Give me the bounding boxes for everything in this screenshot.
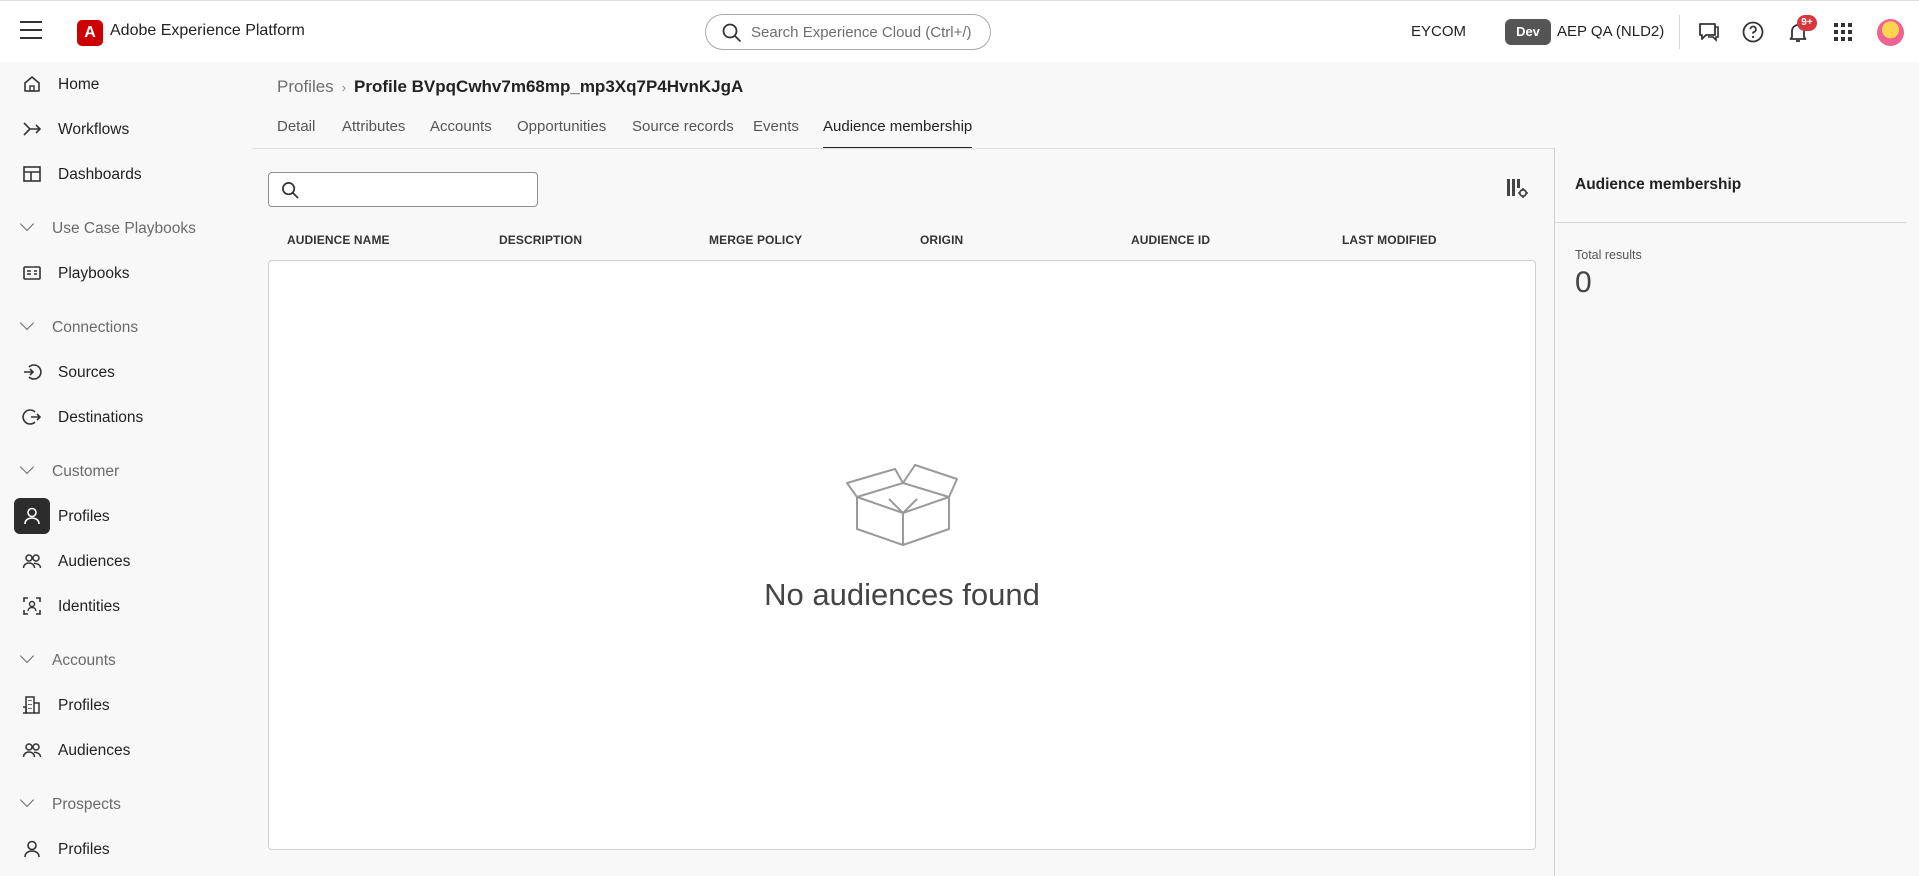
total-results-value: 0 [1575,266,1592,299]
tab-audience-membership[interactable]: Audience membership [823,118,973,149]
sources-icon [24,364,42,380]
search-placeholder: Search Experience Cloud (Ctrl+/) [751,24,972,41]
audiences-icon [22,554,42,569]
column-audience-name[interactable]: AUDIENCE NAME [287,233,390,247]
home-icon [24,76,40,92]
sandbox-switcher[interactable]: AEP QA (NLD2) [1557,23,1664,40]
column-description[interactable]: DESCRIPTION [499,233,582,247]
identity-scan-icon [23,597,41,615]
search-icon [282,182,299,199]
section-connections[interactable]: Connections [19,315,139,337]
dashboard-icon [23,166,41,182]
audiences-icon [22,743,42,758]
section-label: Accounts [52,652,116,669]
chevron-down-icon [19,792,35,808]
org-switcher[interactable]: EYCOM [1411,23,1466,40]
details-rail: Audience membership Total results 0 [1554,148,1919,876]
nav-identities-label[interactable]: Identities [58,598,120,616]
breadcrumb-separator: › [341,80,347,95]
playbook-icon [23,266,41,280]
nav-prospects-profiles-label[interactable]: Profiles [58,841,110,859]
section-accounts[interactable]: Accounts [19,648,116,670]
rail-divider [1555,222,1906,223]
app-switcher-grid-icon[interactable] [1831,20,1855,44]
tab-accounts[interactable]: Accounts [430,118,492,135]
destinations-icon [22,409,42,425]
column-origin[interactable]: ORIGIN [920,233,963,247]
divider [1679,15,1680,49]
nav-customer-audiences-label[interactable]: Audiences [58,553,130,571]
chevron-down-icon [19,459,35,475]
column-last-modified[interactable]: LAST MODIFIED [1342,233,1437,247]
chevron-down-icon [19,648,35,664]
tab-events[interactable]: Events [753,118,799,135]
section-label: Customer [52,463,120,480]
nav-workflows-label[interactable]: Workflows [58,121,129,139]
global-search-input[interactable]: Search Experience Cloud (Ctrl+/) [705,14,991,50]
nav-prospects-profiles[interactable] [14,831,50,867]
building-icon [23,696,40,714]
nav-destinations[interactable] [14,399,50,435]
help-icon[interactable] [1741,20,1765,44]
nav-sources[interactable] [14,354,50,390]
breadcrumb-profiles-link[interactable]: Profiles [277,77,334,96]
tab-detail[interactable]: Detail [277,118,315,135]
empty-box-illustration [846,464,958,546]
empty-state-message: No audiences found [764,577,1040,612]
main-content: Profiles › Profile BVpqCwhv7m68mp_mp3Xq7P4… [252,62,1919,876]
top-bar: A Adobe Experience Platform Search Exper… [0,0,1919,62]
section-prospects[interactable]: Prospects [19,792,121,814]
rail-title: Audience membership [1575,176,1742,193]
environment-badge[interactable]: Dev [1505,19,1551,45]
nav-workflows[interactable] [14,111,50,147]
nav-home[interactable] [14,66,50,102]
nav-customer-profiles[interactable] [14,498,50,534]
feedback-icon[interactable] [1697,20,1721,44]
nav-playbooks-label[interactable]: Playbooks [58,265,130,283]
profile-icon [24,507,40,525]
column-settings-icon[interactable] [1505,176,1529,200]
tab-opportunities[interactable]: Opportunities [517,118,606,135]
column-audience-id[interactable]: AUDIENCE ID [1131,233,1210,247]
section-label: Use Case Playbooks [52,220,196,237]
page-title: Profile BVpqCwhv7m68mp_mp3Xq7P4HvnKJgA [354,77,744,96]
nav-destinations-label[interactable]: Destinations [58,409,143,427]
nav-accounts-profiles[interactable] [14,687,50,723]
hamburger-menu-icon[interactable] [20,21,42,41]
nav-accounts-audiences-label[interactable]: Audiences [58,742,130,760]
profile-icon [24,840,40,858]
user-avatar[interactable] [1877,19,1904,46]
section-label: Prospects [52,796,121,813]
section-label: Connections [52,319,139,336]
nav-sources-label[interactable]: Sources [58,364,115,382]
nav-dashboards[interactable] [14,156,50,192]
section-use-case-playbooks[interactable]: Use Case Playbooks [19,216,196,238]
nav-dashboards-label[interactable]: Dashboards [58,166,142,184]
chevron-down-icon [19,315,35,331]
nav-customer-audiences[interactable] [14,543,50,579]
workflow-icon [23,122,42,136]
chevron-down-icon [19,216,35,232]
total-results-label: Total results [1575,248,1642,262]
nav-playbooks[interactable] [14,255,50,291]
nav-home-label[interactable]: Home [58,76,99,94]
section-customer[interactable]: Customer [19,459,120,481]
tab-attributes[interactable]: Attributes [342,118,405,135]
column-merge-policy[interactable]: MERGE POLICY [709,233,802,247]
tab-source-records[interactable]: Source records [632,118,734,135]
breadcrumb: Profiles › Profile BVpqCwhv7m68mp_mp3Xq7P4… [277,77,743,97]
notification-count-badge: 9+ [1797,15,1817,31]
nav-customer-profiles-label[interactable]: Profiles [58,508,110,526]
nav-accounts-profiles-label[interactable]: Profiles [58,697,110,715]
audience-search-input[interactable] [268,172,538,207]
search-icon [722,23,742,43]
adobe-logo: A [77,20,103,46]
nav-identities[interactable] [14,588,50,624]
audience-table-body: No audiences found [268,260,1536,850]
app-title[interactable]: Adobe Experience Platform [110,22,305,40]
left-navigation: Home Workflows Dashboards Use Case Playb… [0,62,252,876]
nav-accounts-audiences[interactable] [14,732,50,768]
